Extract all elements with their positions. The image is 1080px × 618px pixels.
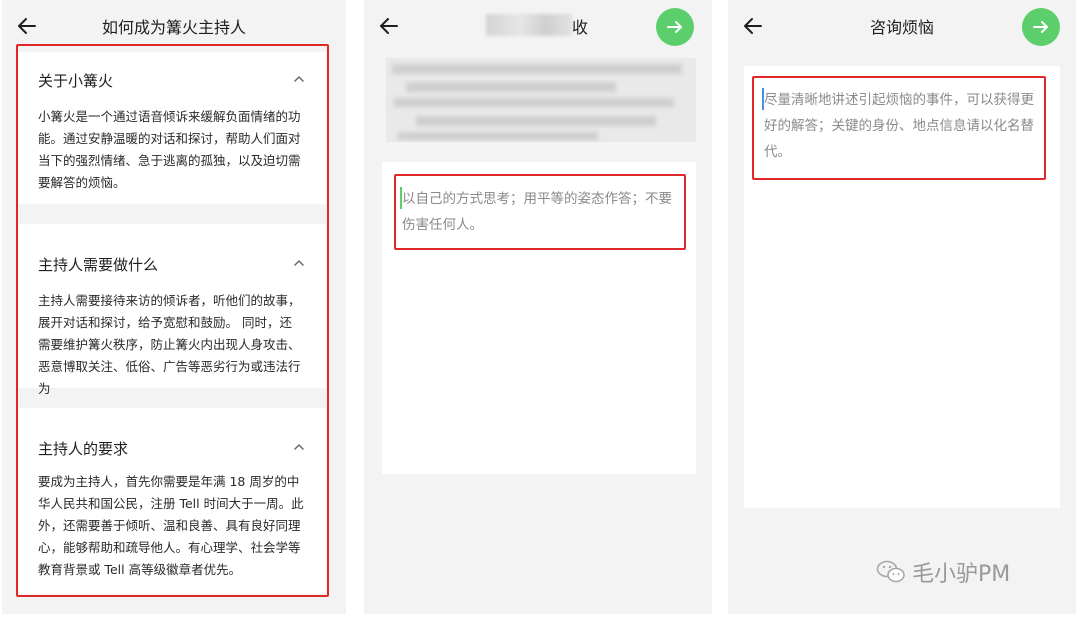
host-guide-screen: 如何成为篝火主持人 关于小篝火 小篝火是一个通过语音倾诉来缓解负面情绪的功能。通… xyxy=(2,0,346,614)
page-title: 如何成为篝火主持人 xyxy=(101,18,246,37)
question-placeholder: 尽量清晰地讲述引起烦恼的事件，可以获得更好的解答；关键的身份、地点信息请以化名替… xyxy=(764,92,1034,160)
section-header[interactable]: 主持人的要求 xyxy=(38,438,306,458)
section-title: 主持人的要求 xyxy=(38,440,129,458)
section-title: 关于小篝火 xyxy=(38,72,114,90)
section-body: 要成为主持人，首先你需要是年满 18 周岁的中华人民共和国公民，注册 Tell … xyxy=(38,474,304,577)
page-title: 收 xyxy=(572,18,589,37)
send-arrow-icon xyxy=(667,21,682,33)
top-bar: 收 xyxy=(364,0,712,52)
section-header[interactable]: 主持人需要做什么 xyxy=(38,254,306,274)
section-title: 主持人需要做什么 xyxy=(38,256,159,274)
consult-screen: 咨询烦恼 尽量清晰地讲述引起烦恼的事件，可以获得更好的解答；关键的身份、地点信息… xyxy=(728,0,1076,614)
chevron-up-icon[interactable] xyxy=(292,440,306,454)
chevron-up-icon[interactable] xyxy=(292,256,306,270)
section-card-requirements: 主持人的要求 要成为主持人，首先你需要是年满 18 周岁的中华人民共和国公民，注… xyxy=(18,408,326,594)
wechat-icon xyxy=(876,560,905,583)
reply-screen: 收 以自己的方式思考；用平等的姿态作答；不要伤害任何人。 xyxy=(364,0,712,614)
section-body: 小篝火是一个通过语音倾诉来缓解负面情绪的功能。通过安静温暖的对话和探讨，帮助人们… xyxy=(38,109,301,190)
watermark: 毛小驴PM xyxy=(876,556,1010,588)
section-card-duties: 主持人需要做什么 主持人需要接待来访的倾诉者，听他们的故事，展开对话和探讨，给予… xyxy=(18,224,326,396)
send-button[interactable] xyxy=(656,8,694,46)
answer-input[interactable]: 以自己的方式思考；用平等的姿态作答；不要伤害任何人。 xyxy=(382,162,696,474)
back-arrow-icon[interactable] xyxy=(378,15,400,37)
send-arrow-icon xyxy=(1033,21,1048,33)
watermark-text: 毛小驴PM xyxy=(912,562,1011,587)
section-card-about: 关于小篝火 小篝火是一个通过语音倾诉来缓解负面情绪的功能。通过安静温暖的对话和探… xyxy=(18,52,326,204)
send-button[interactable] xyxy=(1022,8,1060,46)
top-bar: 咨询烦恼 xyxy=(728,0,1076,52)
answer-placeholder: 以自己的方式思考；用平等的姿态作答；不要伤害任何人。 xyxy=(402,191,672,233)
question-input[interactable]: 尽量清晰地讲述引起烦恼的事件，可以获得更好的解答；关键的身份、地点信息请以化名替… xyxy=(744,66,1060,508)
section-header[interactable]: 关于小篝火 xyxy=(38,70,306,90)
chevron-up-icon[interactable] xyxy=(292,72,306,86)
section-body: 主持人需要接待来访的倾诉者，听他们的故事，展开对话和探讨，给予宽慰和鼓励。 同时… xyxy=(38,293,301,396)
blurred-question xyxy=(386,58,696,142)
blurred-title xyxy=(486,14,572,36)
top-bar: 如何成为篝火主持人 xyxy=(2,0,346,52)
